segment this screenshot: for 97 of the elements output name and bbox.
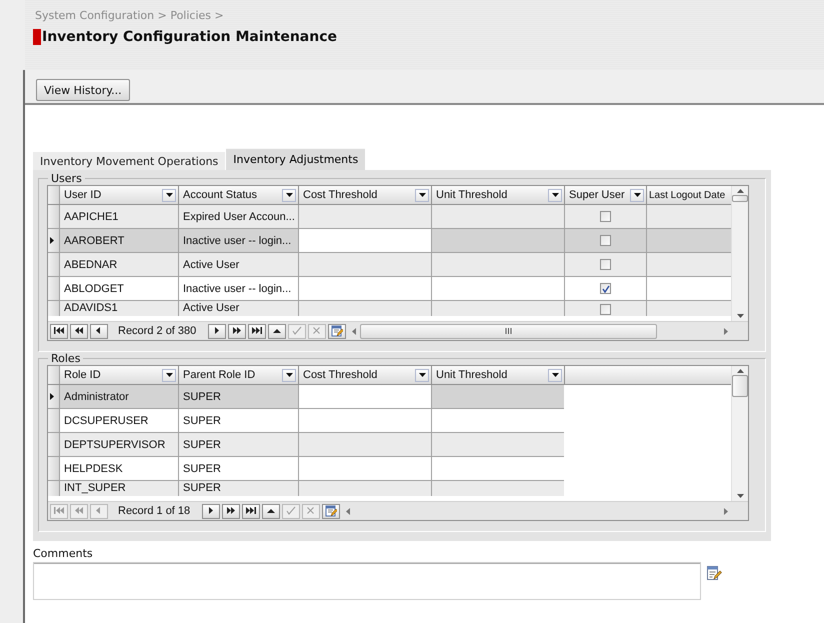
check-icon <box>602 284 610 292</box>
column-header[interactable]: Account Status <box>179 186 299 204</box>
view-history-button[interactable]: View History... <box>36 79 130 101</box>
scroll-right-icon <box>724 328 728 334</box>
row-header[interactable] <box>48 229 60 252</box>
scroll-left-icon <box>346 508 350 514</box>
last-record-icon <box>251 325 264 337</box>
scroll-right-icon <box>724 508 728 514</box>
column-header[interactable]: Cost Threshold <box>299 366 432 384</box>
table-cell: Expired User Accoun... <box>179 205 299 228</box>
checkbox[interactable] <box>600 211 611 222</box>
dropdown-arrow-icon <box>552 193 558 197</box>
insert-button[interactable] <box>268 324 286 338</box>
double-right-icon <box>225 505 238 517</box>
column-header[interactable]: User ID <box>60 186 179 204</box>
previous-page-button[interactable] <box>70 324 88 338</box>
group-title: Users <box>48 172 85 185</box>
edit-button[interactable] <box>322 504 340 518</box>
record-counter: Record 2 of 380 <box>117 325 198 337</box>
last-record-button[interactable] <box>242 504 260 518</box>
scroll-thumb[interactable] <box>732 375 748 397</box>
scroll-thumb[interactable] <box>360 324 658 338</box>
table-cell: AAROBERT <box>60 229 179 252</box>
dropdown-arrow-icon <box>634 193 640 197</box>
edit-document-icon[interactable] <box>706 565 722 581</box>
table-cell: SUPER <box>179 481 299 496</box>
table-cell: DEPTSUPERVISOR <box>60 433 179 456</box>
last-record-icon <box>245 505 258 517</box>
column-header[interactable]: Super User <box>565 186 647 204</box>
table-cell: INT_SUPER <box>60 481 179 496</box>
table-cell: Administrator <box>60 385 179 408</box>
breadcrumb: System Configuration > Policies > <box>35 9 225 22</box>
scroll-left-icon <box>352 328 356 334</box>
edit-button[interactable] <box>328 324 346 338</box>
vertical-scrollbar[interactable] <box>731 366 748 501</box>
table-cell: Inactive user -- login... <box>179 229 299 252</box>
dropdown-arrow-icon <box>418 373 426 377</box>
table-cell: SUPER <box>179 433 299 456</box>
last-record-button[interactable] <box>248 324 266 338</box>
checkbox[interactable] <box>600 235 611 246</box>
table-cell: SUPER <box>179 385 299 408</box>
dropdown-arrow-icon <box>166 193 172 197</box>
page-title: Inventory Configuration Maintenance <box>42 29 338 45</box>
row-header[interactable] <box>48 385 60 408</box>
dropdown-arrow-icon <box>552 373 558 377</box>
table-cell: AAPICHE1 <box>60 205 179 228</box>
column-header[interactable]: Last Logout Date <box>647 186 731 204</box>
dropdown-arrow-icon <box>418 193 426 197</box>
comments-label: Comments <box>33 547 94 560</box>
check-icon <box>291 325 304 337</box>
table-cell: ABEDNAR <box>60 253 179 276</box>
row-pointer-icon <box>50 237 54 244</box>
checkbox[interactable] <box>600 283 611 294</box>
edit-document-icon <box>331 325 344 337</box>
scroll-down-icon <box>736 494 744 498</box>
first-record-icon <box>53 325 65 337</box>
next-record-button[interactable] <box>208 324 226 338</box>
title-marker-icon <box>33 29 41 45</box>
first-record-button[interactable] <box>50 324 68 338</box>
scroll-up-icon <box>736 189 744 193</box>
table-cell: Active User <box>179 301 299 316</box>
header-corner <box>48 366 60 384</box>
row-pointer-icon <box>50 393 54 400</box>
tab[interactable]: Inventory Movement Operations <box>33 151 226 170</box>
edit-document-icon <box>325 505 338 517</box>
record-counter: Record 1 of 18 <box>117 505 192 517</box>
first-record-icon <box>53 505 65 517</box>
scroll-down-icon <box>736 314 744 318</box>
column-header[interactable]: Role ID <box>60 366 179 384</box>
column-header[interactable]: Unit Threshold <box>432 366 565 384</box>
table-cell: ADAVIDS1 <box>60 301 179 316</box>
tab[interactable]: Inventory Adjustments <box>226 148 366 170</box>
insert-button[interactable] <box>262 504 280 518</box>
scroll-up-icon <box>736 369 744 373</box>
checkbox[interactable] <box>600 304 611 314</box>
column-header[interactable]: Unit Threshold <box>432 186 565 204</box>
column-header[interactable]: Cost Threshold <box>299 186 432 204</box>
next-page-button[interactable] <box>222 504 240 518</box>
double-left-icon <box>73 325 85 337</box>
group-title: Roles <box>48 352 84 365</box>
checkbox[interactable] <box>600 259 611 270</box>
next-page-button[interactable] <box>228 324 246 338</box>
vertical-scrollbar[interactable] <box>731 186 748 321</box>
previous-record-button[interactable] <box>90 324 108 338</box>
scroll-thumb[interactable] <box>732 195 748 202</box>
double-left-icon <box>73 505 85 517</box>
comments-field[interactable] <box>33 562 701 600</box>
column-header[interactable]: Parent Role ID <box>179 366 299 384</box>
next-record-button[interactable] <box>202 504 220 518</box>
check-icon <box>285 505 298 517</box>
header-corner <box>48 186 60 204</box>
grip-icon <box>505 328 512 334</box>
table-cell: Active User <box>179 253 299 276</box>
dropdown-arrow-icon <box>286 193 292 197</box>
double-right-icon <box>231 325 244 337</box>
dropdown-arrow-icon <box>166 373 172 377</box>
dropdown-arrow-icon <box>286 373 292 377</box>
